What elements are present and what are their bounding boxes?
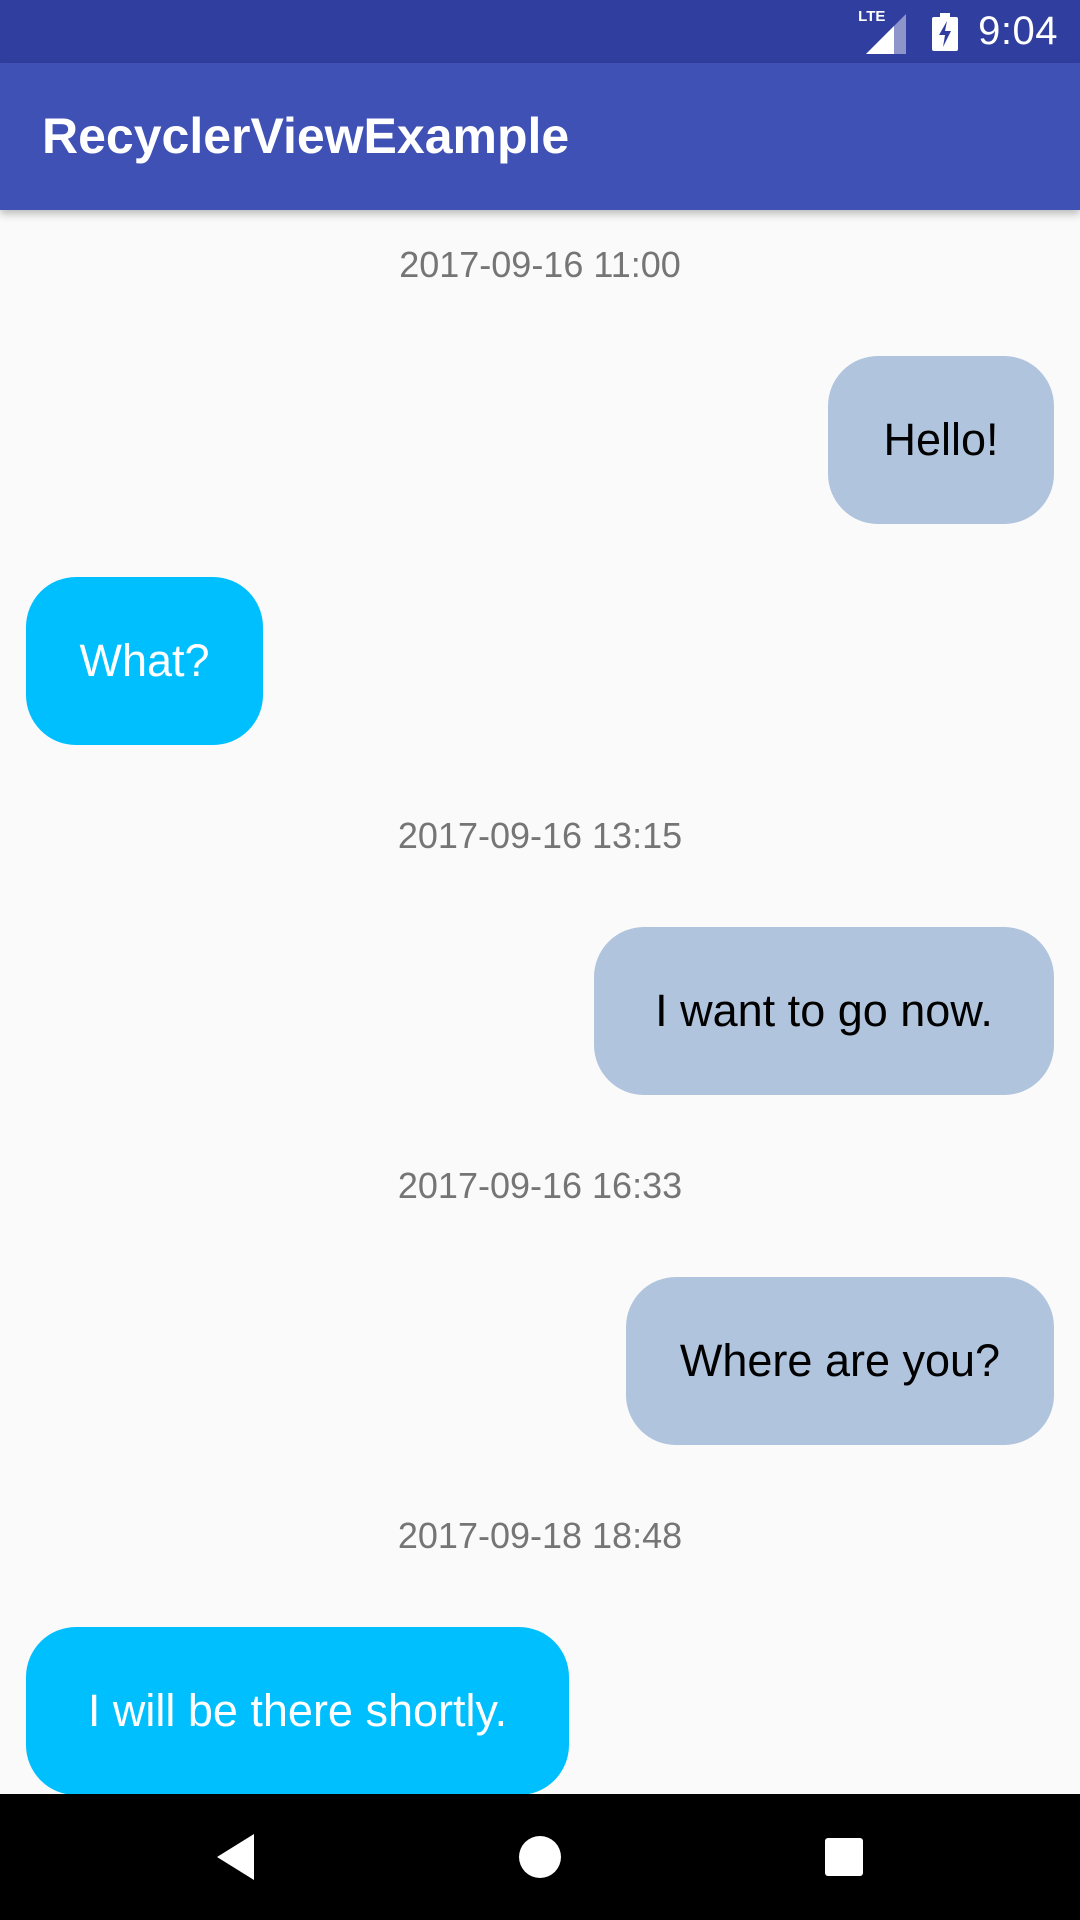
incoming-message-bubble[interactable]: I will be there shortly. xyxy=(26,1627,569,1794)
app-bar: RecyclerViewExample xyxy=(0,63,1080,210)
timestamp: 2017-09-16 11:00 xyxy=(399,244,681,285)
timestamp: 2017-09-18 18:48 xyxy=(397,1515,683,1556)
message-text: What? xyxy=(79,635,210,686)
back-button[interactable] xyxy=(166,1794,306,1920)
message-text: Where are you? xyxy=(679,1335,1001,1386)
home-button[interactable] xyxy=(470,1794,610,1920)
screen: LTE 9:04 RecyclerViewExample 2017-09-16 … xyxy=(0,0,1080,1920)
timestamp: 2017-09-16 13:15 xyxy=(397,815,683,856)
home-icon xyxy=(519,1836,561,1878)
app-title: RecyclerViewExample xyxy=(42,108,570,164)
outgoing-message-bubble[interactable]: I want to go now. xyxy=(594,927,1054,1095)
message-text: I want to go now. xyxy=(655,985,993,1036)
status-bar: LTE 9:04 xyxy=(0,0,1080,63)
outgoing-message-bubble[interactable]: Hello! xyxy=(828,356,1054,524)
back-icon xyxy=(217,1834,254,1880)
message-text: I will be there shortly. xyxy=(87,1685,508,1736)
battery-charging-icon xyxy=(932,12,959,51)
message-list[interactable]: 2017-09-16 11:00 Hello! What? 2017-09-16… xyxy=(0,210,1080,1794)
message-text: Hello! xyxy=(883,414,999,465)
recents-button[interactable] xyxy=(774,1794,914,1920)
recents-icon xyxy=(825,1838,863,1876)
status-time: 9:04 xyxy=(978,9,1058,53)
lte-signal-icon: LTE xyxy=(858,8,910,54)
outgoing-message-bubble[interactable]: Where are you? xyxy=(626,1277,1054,1445)
status-icons: LTE 9:04 xyxy=(858,0,1058,63)
navigation-bar xyxy=(0,1794,1080,1920)
timestamp: 2017-09-16 16:33 xyxy=(397,1165,683,1206)
incoming-message-bubble[interactable]: What? xyxy=(26,577,263,745)
